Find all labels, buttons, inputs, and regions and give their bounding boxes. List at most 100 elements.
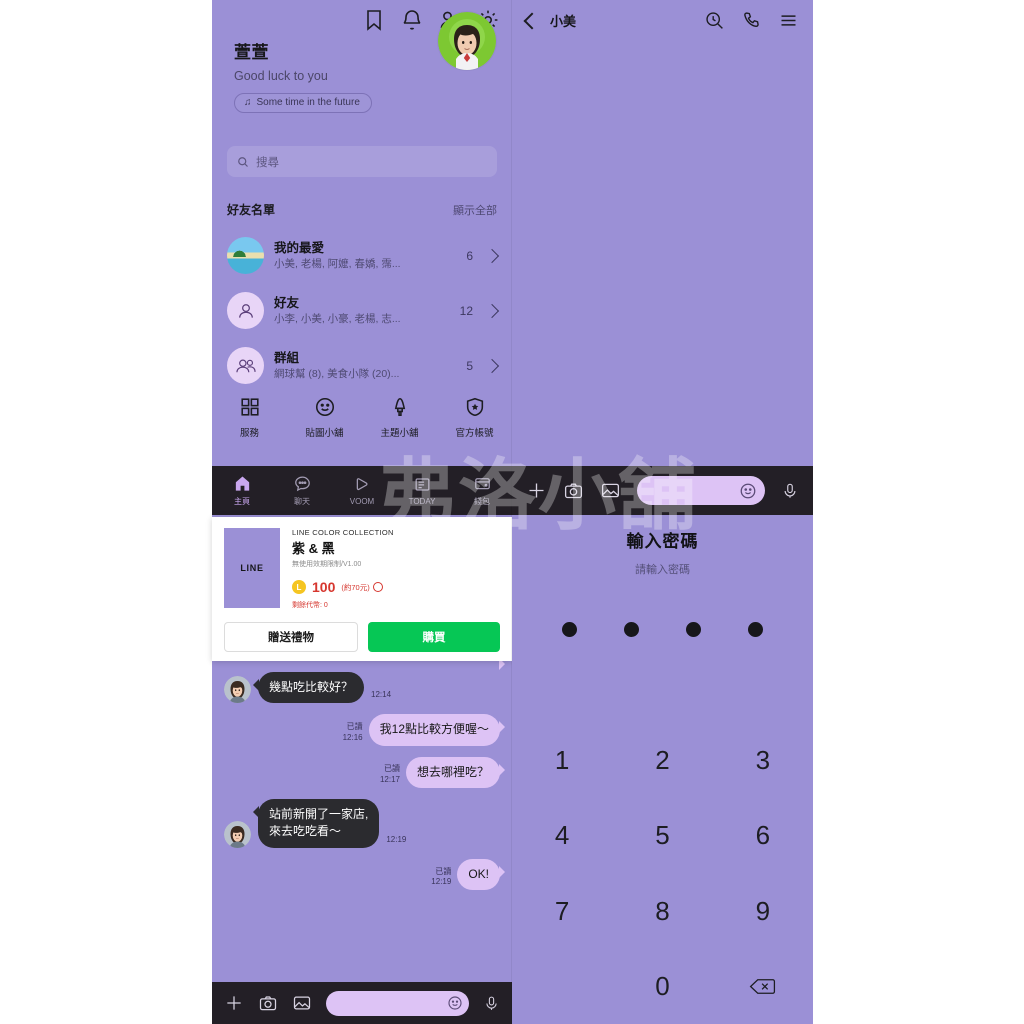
friends-list: 我的最愛 小美, 老楊, 阿嬤, 春嬌, 霈... 6 好友 小李, 小美, 小… (227, 228, 500, 393)
nav-item-label: 聊天 (294, 497, 310, 506)
chat-header: 小美 (512, 0, 813, 41)
key-9[interactable]: 9 (713, 874, 813, 949)
plus-icon[interactable] (526, 480, 547, 501)
nav-item-label: VOOM (349, 497, 375, 506)
backspace-key[interactable] (713, 949, 813, 1024)
wallet-icon (474, 478, 490, 490)
key-7[interactable]: 7 (512, 874, 612, 949)
nav-item-home[interactable]: 主頁 (212, 474, 272, 507)
bookmark-icon[interactable] (362, 8, 386, 32)
gallery-icon[interactable] (600, 480, 621, 501)
chat-header-actions (704, 10, 799, 31)
bell-icon[interactable] (400, 8, 424, 32)
chat-message: 站前新開了一家店, 來去吃吃看～ 12:19 (212, 798, 512, 848)
nav-item-voom[interactable]: VOOM (332, 475, 392, 506)
avatar[interactable] (224, 676, 251, 704)
nav-item-wallet[interactable]: 錢包 (452, 474, 512, 507)
microphone-icon[interactable] (781, 482, 799, 500)
passcode-dot (562, 622, 577, 637)
menu-icon[interactable] (778, 10, 799, 31)
list-item-preview: 小李, 小美, 小豪, 老楊, 志... (274, 312, 401, 325)
key-8[interactable]: 8 (612, 874, 712, 949)
list-item[interactable]: 群組 網球幫 (8), 美食小隊 (20)... 5 (227, 338, 500, 393)
message-bubble[interactable]: OK! (457, 858, 505, 891)
key-1[interactable]: 1 (512, 723, 612, 798)
buy-button[interactable]: 購買 (368, 622, 500, 652)
camera-icon[interactable] (258, 993, 278, 1013)
message-bubble[interactable]: 想去哪裡吃？ (405, 756, 506, 788)
avatar[interactable] (438, 12, 496, 70)
chat-message: 已讀 12:19 OK! (212, 858, 512, 891)
chat-input-bar (512, 466, 813, 515)
smiley-icon[interactable] (739, 482, 757, 500)
message-input[interactable] (326, 990, 469, 1016)
chat-thread: 12:14 (212, 648, 512, 1024)
message-bubble[interactable]: 幾點吃比較好？ (252, 671, 365, 704)
quick-menu-item-services[interactable]: 服務 (212, 396, 287, 439)
gift-button[interactable]: 贈送禮物 (224, 622, 358, 652)
quick-menu-label: 服務 (239, 428, 259, 439)
home-icon (235, 476, 249, 491)
sticker-title: 紫 & 黑 (292, 541, 335, 556)
passcode-title: 輸入密碼 (626, 532, 699, 551)
message-time: 12:19 (431, 877, 452, 887)
bottom-nav: 主頁 聊天 VOOM TODAY 錢包 (212, 466, 512, 515)
passcode-subtitle: 請輸入密碼 (635, 564, 690, 576)
chevron-left-icon[interactable] (523, 12, 541, 29)
sticker-collection-name: LINE COLOR COLLECTION (292, 528, 394, 537)
quick-menu-label: 主題小舖 (380, 428, 419, 439)
search-placeholder: 搜尋 (256, 156, 279, 169)
lamp-icon (394, 397, 405, 417)
quick-menu-item-theme-shop[interactable]: 主題小舖 (362, 396, 437, 439)
smiley-icon[interactable] (447, 995, 463, 1011)
microphone-icon[interactable] (483, 995, 500, 1012)
nav-item-today[interactable]: TODAY (392, 475, 452, 506)
sticker-price-approx: (約70元) (341, 582, 370, 592)
key-3[interactable]: 3 (713, 723, 813, 798)
key-5[interactable]: 5 (612, 798, 712, 873)
sticker-thumbnail[interactable]: LINE (224, 528, 280, 608)
friends-section-header: 好友名單 顯示全部 (227, 201, 497, 218)
profile-music-chip[interactable]: ♫ Some time in the future (234, 93, 372, 114)
dialog-actions: 贈送禮物 購買 (212, 610, 512, 664)
message-bubble[interactable]: 站前新開了一家店, 來去吃吃看～ (252, 798, 380, 848)
avatar[interactable] (224, 820, 251, 848)
search-input[interactable]: 搜尋 (227, 146, 497, 177)
list-item-name: 我的最愛 (274, 240, 325, 255)
news-icon (415, 478, 429, 491)
beach-photo-avatar (227, 237, 264, 274)
panel-divider (511, 0, 512, 1024)
coin-icon: L (292, 580, 306, 594)
phone-icon[interactable] (741, 10, 762, 31)
passcode-dot (624, 622, 639, 637)
list-item[interactable]: 好友 小李, 小美, 小豪, 老楊, 志... 12 (227, 283, 500, 338)
person-icon (227, 292, 264, 329)
see-all-link[interactable]: 顯示全部 (453, 202, 497, 218)
price-row: L 100 (約70元) (292, 579, 500, 595)
message-time: 12:14 (371, 690, 392, 700)
key-6[interactable]: 6 (713, 798, 813, 873)
dialog-info: LINE COLOR COLLECTION 紫 & 黑 無使用效期限制/V1.0… (292, 528, 500, 610)
camera-icon[interactable] (563, 480, 584, 501)
message-input[interactable] (637, 476, 765, 505)
group-icon (227, 347, 264, 384)
info-icon[interactable] (372, 582, 383, 592)
message-bubble[interactable]: 我12點比較方便喔～ (368, 714, 506, 746)
profile-music-label: Some time in the future (256, 97, 360, 109)
nav-item-chats[interactable]: 聊天 (272, 474, 332, 507)
music-note-icon: ♫ (244, 97, 252, 109)
key-2[interactable]: 2 (612, 723, 712, 798)
key-0[interactable]: 0 (612, 949, 712, 1024)
list-item[interactable]: 我的最愛 小美, 老楊, 阿嬤, 春嬌, 霈... 6 (227, 228, 500, 283)
search-time-icon[interactable] (704, 10, 725, 31)
read-receipt: 已讀 (346, 721, 363, 731)
gallery-icon[interactable] (292, 993, 312, 1013)
list-item-name: 群組 (274, 350, 300, 365)
chevron-right-icon (484, 303, 500, 318)
key-4[interactable]: 4 (512, 798, 612, 873)
sticker-thumbnail-label: LINE (240, 563, 264, 573)
quick-menu-item-official-accounts[interactable]: 官方帳號 (437, 396, 512, 439)
quick-menu-item-sticker-shop[interactable]: 貼圖小舖 (287, 396, 362, 439)
chevron-right-icon (484, 358, 500, 373)
plus-icon[interactable] (224, 993, 244, 1013)
